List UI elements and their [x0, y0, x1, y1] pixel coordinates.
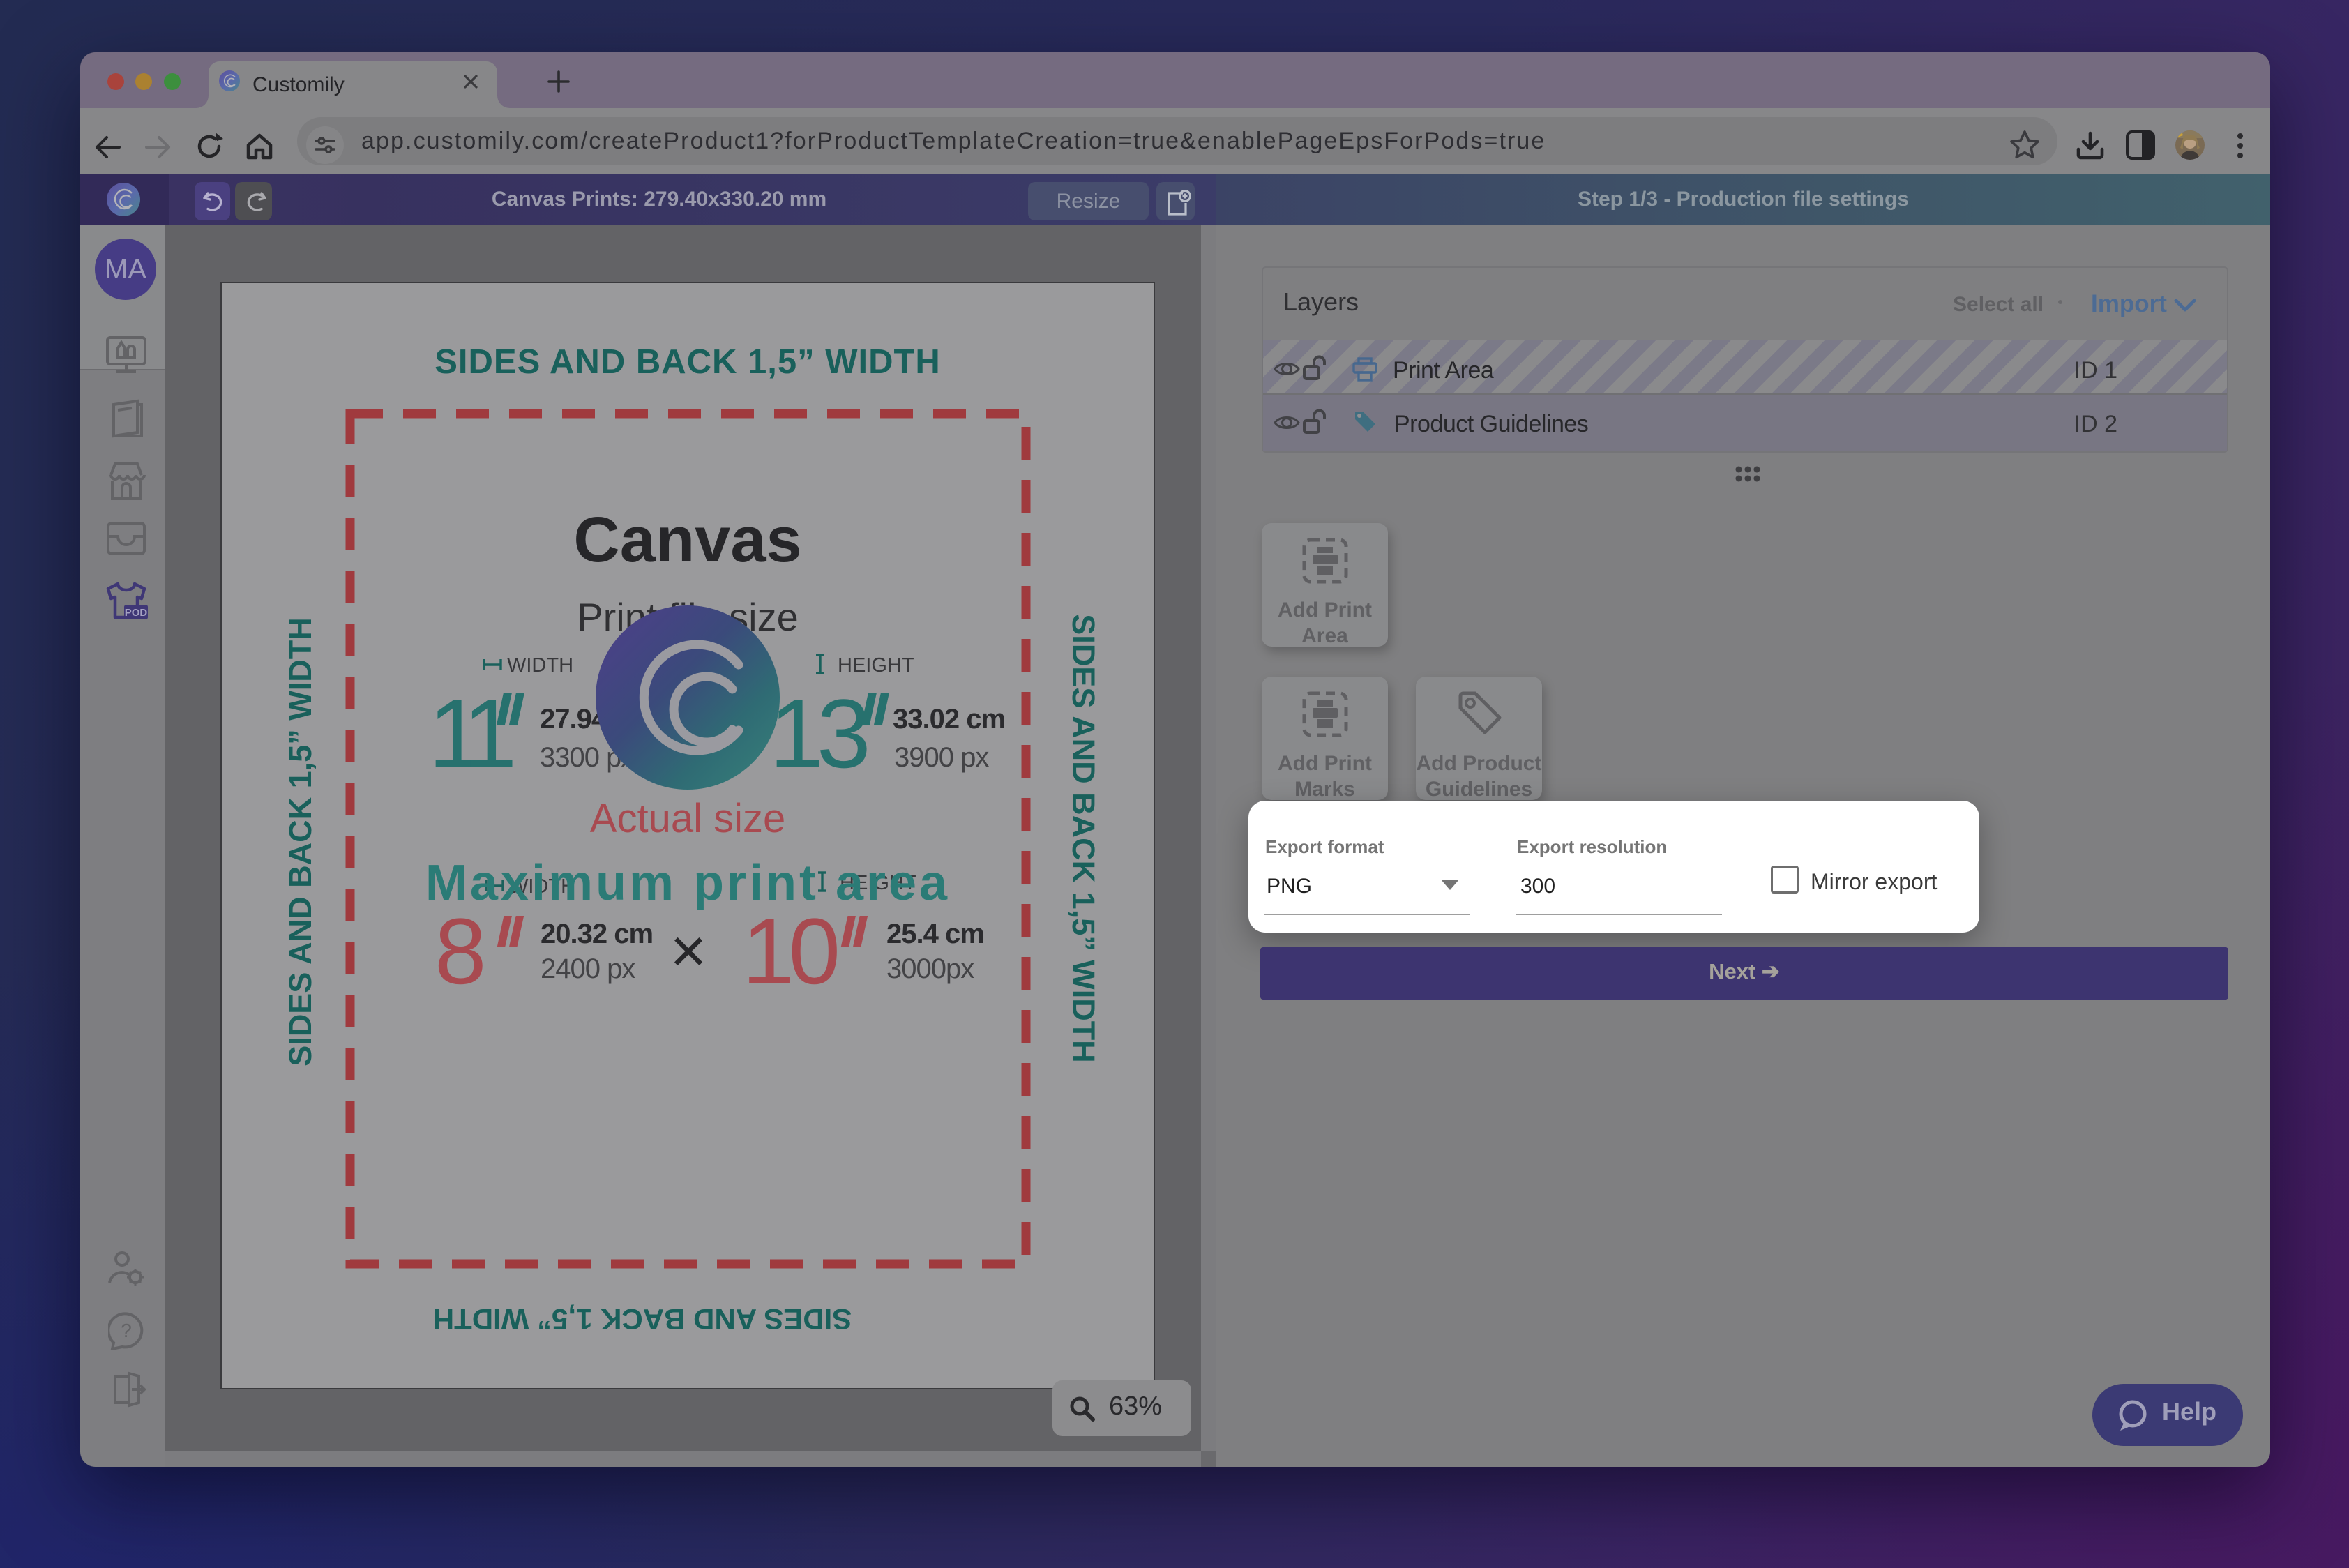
svg-text:POD: POD — [125, 607, 148, 619]
svg-text:?: ? — [121, 1320, 132, 1341]
